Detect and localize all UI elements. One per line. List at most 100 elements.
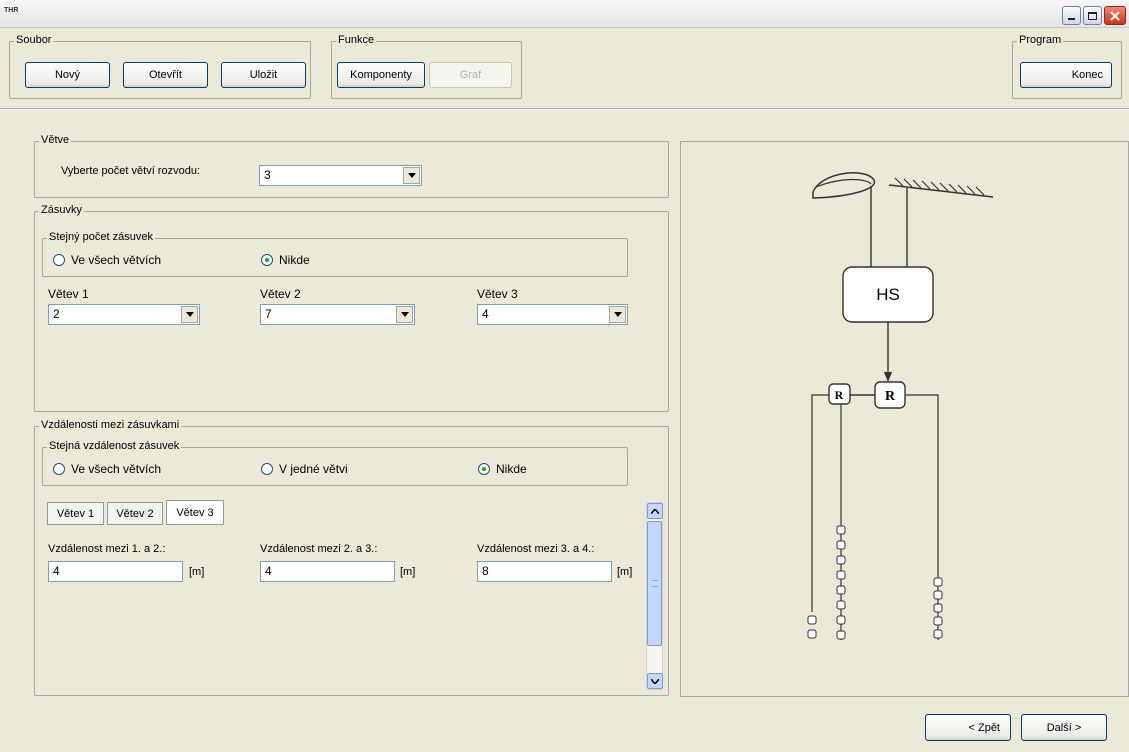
radio-button-none[interactable] [261, 254, 273, 266]
radio-button-one[interactable] [261, 463, 273, 475]
branch-2-label: Větev 2 [260, 287, 301, 301]
maximize-button[interactable] [1083, 6, 1102, 25]
vzdalenosti-all-option[interactable]: Ve všech větvích [53, 462, 161, 476]
cable-coil-icon [812, 172, 876, 199]
zasuvky-group-label: Zásuvky [39, 204, 84, 216]
socket-icon [933, 603, 943, 613]
chevron-down-icon [651, 678, 659, 684]
vzdalenosti-none-label: Nikde [496, 462, 527, 476]
zasuvky-all-label: Ve všech větvích [71, 253, 162, 267]
distance-1-label: Vzdálenost mezi 1. a 2.: [48, 543, 166, 555]
funkce-group: Funkce Komponenty Graf [331, 34, 522, 99]
grip-icon [652, 580, 658, 587]
scroll-down-button[interactable] [647, 673, 663, 689]
scroll-up-button[interactable] [647, 503, 663, 519]
vetve-group: Větve Vyberte počet větví rozvodu: 3 [34, 134, 669, 198]
close-button[interactable] [1104, 6, 1126, 25]
scroll-thumb[interactable] [647, 521, 662, 646]
branch-3-line [905, 394, 939, 640]
branch-1-sockets [807, 615, 817, 639]
komponenty-button[interactable]: Komponenty [337, 62, 425, 88]
distance-3-unit: [m] [617, 566, 633, 578]
zasuvky-same-label: Stejný počet zásuvek [47, 231, 155, 243]
novy-button[interactable]: Nový [25, 62, 110, 88]
graf-button[interactable]: Graf [429, 62, 512, 88]
chevron-down-icon[interactable] [181, 306, 198, 323]
zasuvky-all-option[interactable]: Ve všech větvích [53, 253, 161, 267]
vzdalenosti-all-label: Ve všech větvích [71, 462, 162, 476]
arrow-down-icon [884, 372, 892, 382]
socket-icon [933, 577, 943, 587]
zasuvky-same-group: Stejný počet zásuvek Ve všech větvích Ni… [42, 231, 628, 277]
radio-button-none[interactable] [478, 463, 490, 475]
chevron-up-icon [651, 508, 659, 514]
branch-1-line [811, 394, 829, 612]
tab-vetev-1[interactable]: Větev 1 [47, 502, 104, 525]
distance-1-input[interactable]: 4 [48, 561, 183, 582]
branch-2-value: 7 [265, 307, 272, 321]
branch-3-label: Větev 3 [477, 287, 518, 301]
chevron-down-icon[interactable] [396, 306, 413, 323]
wiring-diagram: HS R R [807, 172, 994, 640]
branch-1-label: Větev 1 [48, 287, 89, 301]
vzdalenosti-one-label: V jedné větvi [279, 462, 348, 476]
hs-label: HS [876, 285, 900, 304]
back-button[interactable]: < Zpět [925, 714, 1011, 741]
branch-2-select[interactable]: 7 [260, 304, 415, 325]
vzdalenosti-none-option[interactable]: Nikde [478, 462, 527, 476]
r-main-label: R [885, 389, 896, 404]
distance-3-input[interactable]: 8 [477, 561, 612, 582]
title-bar: THR [0, 0, 1129, 28]
otevrit-button[interactable]: Otevřít [123, 62, 208, 88]
branch-3-select[interactable]: 4 [477, 304, 628, 325]
next-button[interactable]: Další > [1021, 714, 1107, 741]
distance-2-input[interactable]: 4 [260, 561, 395, 582]
vetve-count-select[interactable]: 3 [259, 165, 422, 186]
vetve-group-label: Větve [39, 134, 72, 146]
vetve-count-value: 3 [264, 168, 271, 182]
socket-icon [836, 585, 846, 595]
tab-vetev-2[interactable]: Větev 2 [107, 502, 163, 525]
socket-icon [933, 629, 943, 639]
chevron-down-icon[interactable] [403, 167, 420, 184]
branch-1-value: 2 [53, 307, 60, 321]
program-group-label: Program [1017, 34, 1064, 46]
distance-2-unit: [m] [400, 566, 416, 578]
socket-icon [836, 525, 846, 535]
vzdalenosti-same-label: Stejná vzdálenost zásuvek [47, 440, 182, 452]
window-title: THR [4, 7, 19, 14]
vetve-prompt: Vyberte počet větví rozvodu: [61, 165, 200, 177]
zasuvky-none-option[interactable]: Nikde [261, 253, 310, 267]
zasuvky-group: Zásuvky Stejný počet zásuvek Ve všech vě… [34, 204, 669, 412]
socket-icon [933, 616, 943, 626]
distance-1-unit: [m] [189, 566, 205, 578]
maximize-icon [1088, 11, 1097, 20]
socket-icon [836, 555, 846, 565]
socket-icon [836, 570, 846, 580]
zasuvky-none-label: Nikde [279, 253, 310, 267]
vzdalenosti-same-group: Stejná vzdálenost zásuvek Ve všech větví… [42, 440, 628, 486]
tab-vetev-3[interactable]: Větev 3 [166, 500, 224, 525]
program-group: Program Konec [1012, 34, 1122, 99]
vertical-scrollbar[interactable] [646, 502, 663, 690]
branch-1-select[interactable]: 2 [48, 304, 200, 325]
radio-button-all[interactable] [53, 254, 65, 266]
ulozit-button[interactable]: Uložit [221, 62, 306, 88]
vzdalenosti-one-option[interactable]: V jedné větvi [261, 462, 348, 476]
close-icon [1110, 10, 1120, 21]
toolbar-separator [0, 108, 1129, 110]
distance-2-label: Vzdálenost mezi 2. a 3.: [260, 543, 378, 555]
socket-icon [807, 615, 817, 625]
socket-icon [836, 615, 846, 625]
socket-icon [933, 590, 943, 600]
r-sub-label: R [835, 388, 844, 402]
ground-icon [888, 177, 994, 198]
radio-button-all[interactable] [53, 463, 65, 475]
chevron-down-icon[interactable] [609, 306, 626, 323]
socket-icon [836, 540, 846, 550]
konec-button[interactable]: Konec [1020, 62, 1112, 88]
branch-3-value: 4 [482, 307, 489, 321]
minimize-button[interactable] [1062, 6, 1081, 25]
vzdalenosti-group-label: Vzdálenosti mezi zásuvkami [39, 419, 182, 431]
distance-3-label: Vzdálenost mezi 3. a 4.: [477, 543, 595, 555]
